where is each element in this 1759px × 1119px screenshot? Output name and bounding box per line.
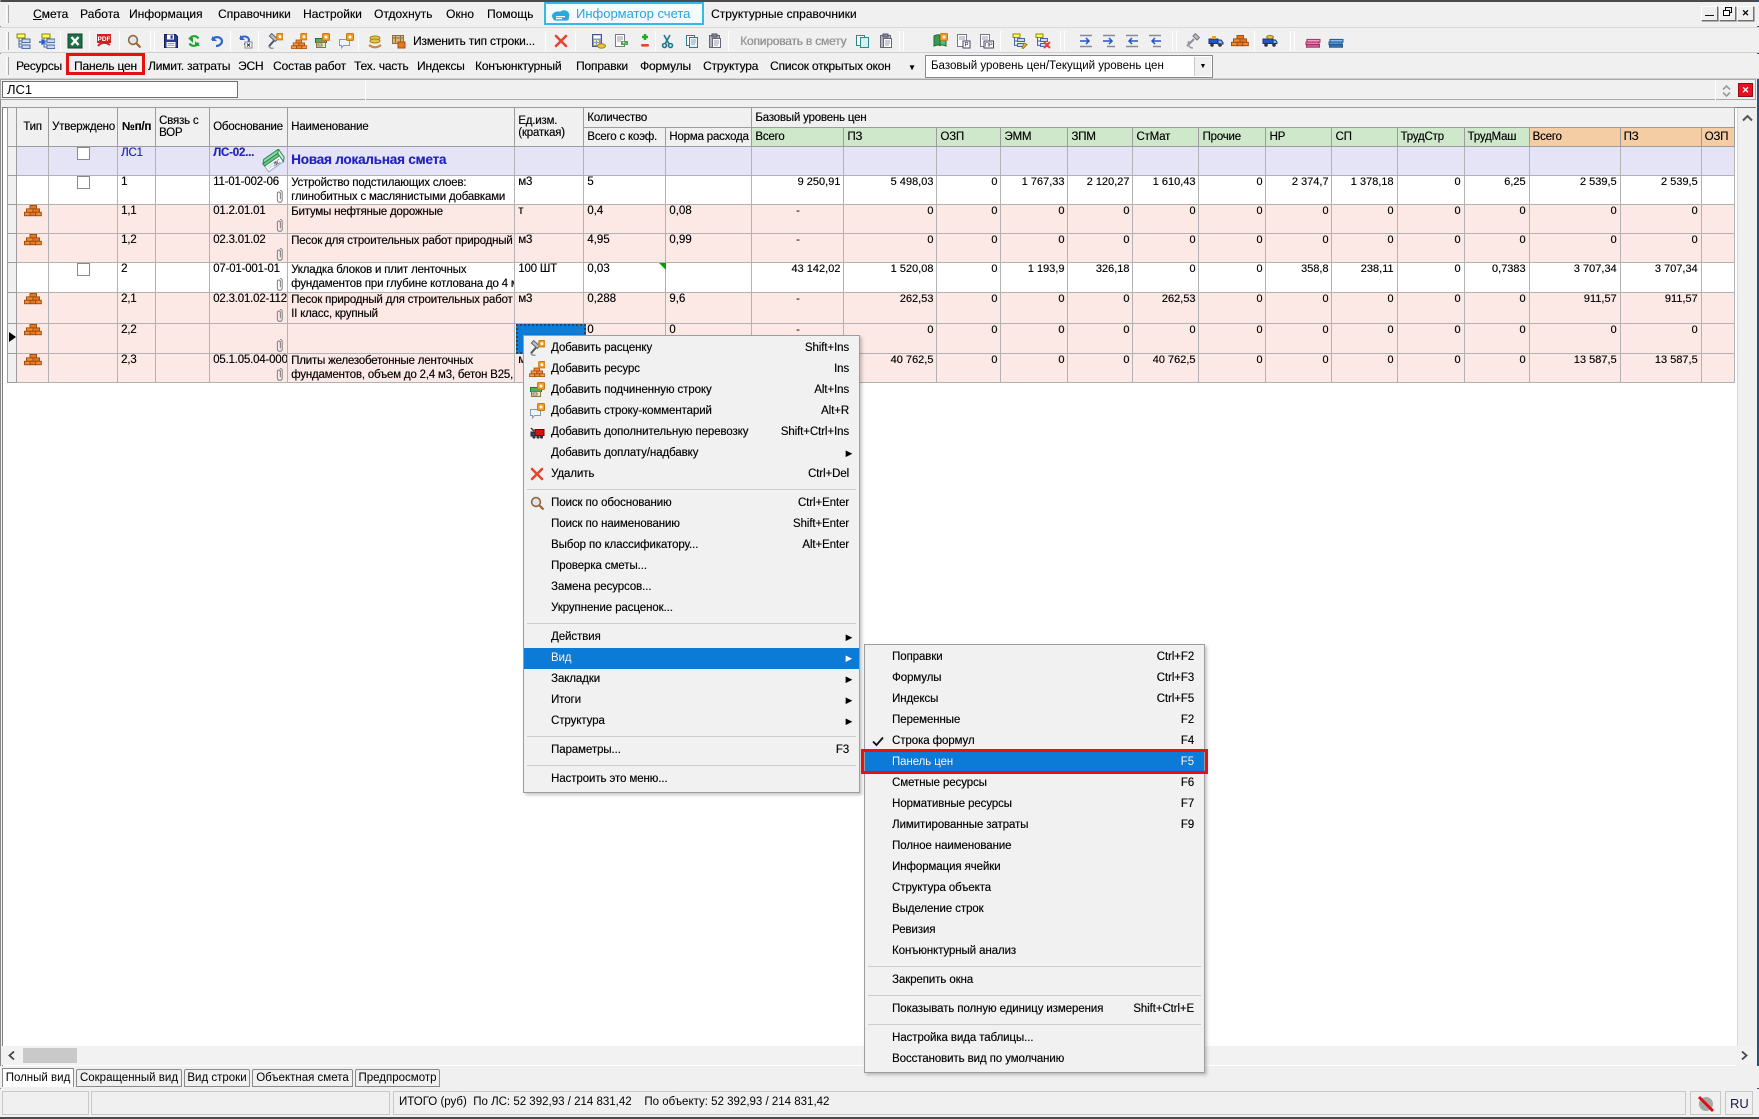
svg-text:P: P <box>964 43 968 49</box>
svg-text:ПР: ПР <box>985 43 993 49</box>
svg-text:+-: +- <box>622 40 627 46</box>
